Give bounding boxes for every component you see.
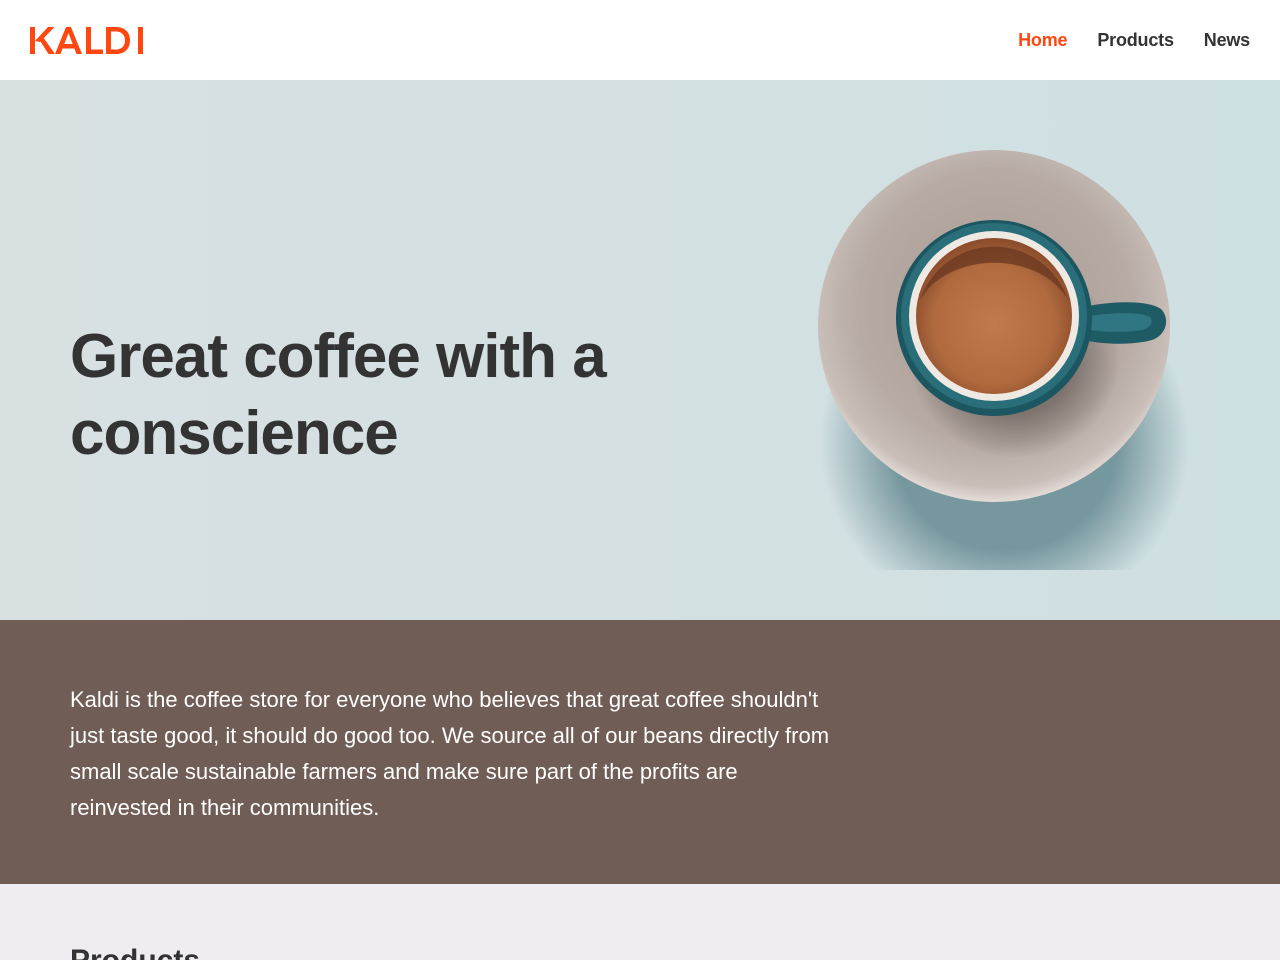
products-section: Products — [0, 884, 1280, 960]
main-nav: Home Products News — [1018, 30, 1250, 51]
products-title: Products — [70, 944, 200, 960]
intro-section: Kaldi is the coffee store for everyone w… — [0, 620, 1280, 884]
navbar: Home Products News — [0, 0, 1280, 80]
kaldi-logo — [30, 26, 143, 54]
hero-section: Great coffee with a conscience — [0, 80, 1280, 620]
nav-link-products[interactable]: Products — [1097, 30, 1174, 51]
intro-text: Kaldi is the coffee store for everyone w… — [70, 687, 830, 820]
nav-link-home[interactable]: Home — [1018, 30, 1067, 51]
coffee-cup-image — [818, 150, 1190, 570]
logo-link[interactable] — [30, 26, 144, 54]
hero-title: Great coffee with a conscience — [70, 322, 607, 468]
nav-link-news[interactable]: News — [1204, 30, 1250, 51]
